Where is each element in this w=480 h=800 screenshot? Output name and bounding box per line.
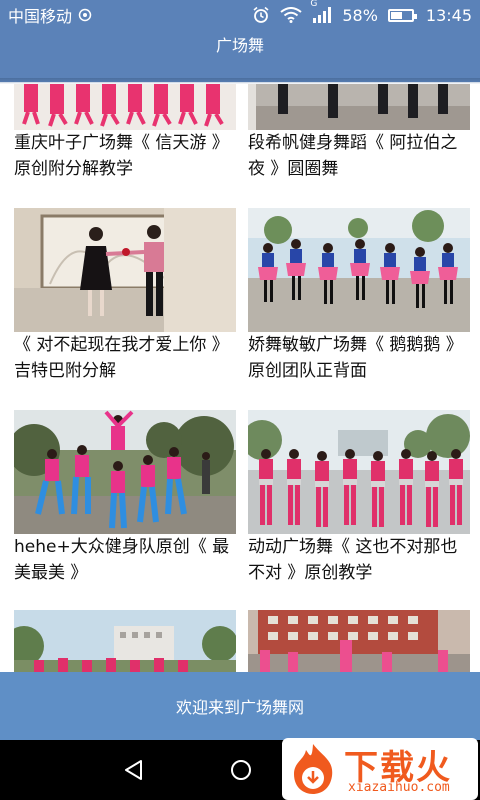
cell-signal-icon: G	[310, 0, 332, 23]
video-title[interactable]: 娇舞敏敏广场舞《 鹅鹅鹅 》原创团队正背面	[248, 332, 474, 384]
alarm-icon	[252, 6, 270, 24]
video-title[interactable]: hehe+大众健身队原创《 最美最美 》	[14, 534, 240, 586]
hotspot-icon	[78, 8, 92, 22]
video-thumbnail[interactable]	[14, 208, 236, 332]
video-title[interactable]: 动动广场舞《 这也不对那也不对 》原创教学	[248, 534, 474, 586]
status-icons: G 58% 13:45	[252, 0, 472, 25]
status-bar: 中国移动 G 58% 13:45	[0, 0, 480, 30]
carrier-group: 中国移动	[8, 3, 92, 27]
back-icon[interactable]	[122, 758, 146, 786]
welcome-banner[interactable]: 欢迎来到广场舞网	[0, 672, 480, 740]
battery-percent: 58%	[342, 5, 378, 25]
video-thumbnail[interactable]	[248, 610, 470, 672]
wifi-icon	[280, 7, 302, 23]
video-title[interactable]: 段希帆健身舞蹈《 阿拉伯之夜 》圆圈舞	[248, 130, 474, 182]
app-bar: 广场舞	[0, 30, 480, 82]
video-thumbnail[interactable]	[14, 84, 236, 130]
battery-level	[390, 11, 403, 19]
battery-icon	[387, 8, 417, 22]
home-icon[interactable]	[229, 758, 253, 786]
watermark-logo: 下载火 xiazaihuo.com	[282, 738, 478, 800]
carrier-name: 中国移动	[8, 7, 73, 26]
video-title[interactable]: 《 对不起现在我才爱上你 》吉特巴附分解	[14, 332, 240, 384]
video-thumbnail[interactable]	[248, 84, 470, 130]
network-type-label: G	[310, 0, 318, 9]
clock: 13:45	[425, 5, 472, 25]
page-title: 广场舞	[215, 36, 264, 55]
video-thumbnail[interactable]	[248, 208, 470, 332]
video-grid[interactable]: 重庆叶子广场舞《 信天游 》原创附分解教学 段希帆健身舞蹈《 阿拉伯之夜 》圆圈…	[0, 84, 480, 672]
watermark-domain: xiazaihuo.com	[348, 780, 450, 795]
video-title[interactable]: 重庆叶子广场舞《 信天游 》原创附分解教学	[14, 130, 240, 182]
video-thumbnail[interactable]	[248, 410, 470, 534]
welcome-text: 欢迎来到广场舞网	[175, 698, 304, 717]
video-thumbnail[interactable]	[14, 610, 236, 672]
video-thumbnail[interactable]	[14, 410, 236, 534]
flame-logo-icon	[286, 742, 340, 800]
